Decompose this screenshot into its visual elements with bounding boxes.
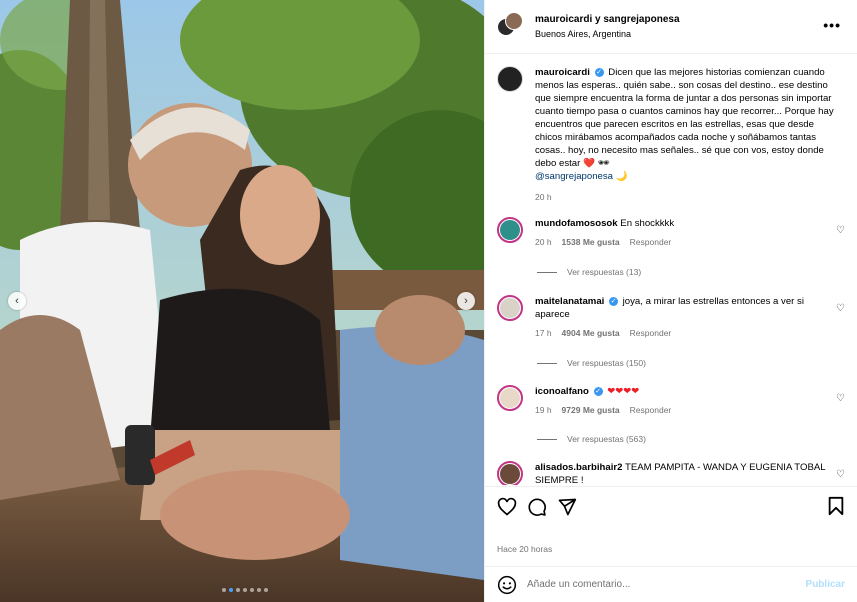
comment-text: En shockkkk — [620, 218, 675, 229]
carousel-dot — [222, 588, 226, 592]
verified-badge-icon: ✓ — [594, 67, 604, 77]
avatar[interactable] — [497, 66, 523, 92]
like-comment-icon[interactable]: ♡ — [836, 469, 845, 480]
replies-line — [537, 438, 557, 440]
post-dialog: ‹ › mauroicardi y sangrejaponesa Buenos … — [0, 0, 857, 602]
verified-badge-icon: ✓ — [593, 386, 603, 396]
comment-likes[interactable]: 1538 Me gusta — [562, 236, 620, 249]
replies-line — [537, 271, 557, 273]
verified-badge-icon: ✓ — [609, 296, 618, 306]
comment-username[interactable]: alisados.barbihair2 — [535, 462, 622, 473]
post-actions — [485, 486, 857, 526]
next-slide-button[interactable]: › — [457, 292, 475, 310]
comment-item: iconoalfano ✓ ❤❤❤❤ 19 h 9729 Me gusta Re… — [497, 385, 845, 417]
view-replies-button[interactable]: Ver respuestas (150) — [537, 358, 646, 368]
avatar[interactable] — [497, 295, 523, 321]
collab-avatars[interactable] — [497, 11, 523, 40]
comments-list[interactable]: mauroicardi ✓ Dicen que las mejores hist… — [485, 55, 857, 485]
like-heart-icon[interactable] — [497, 497, 517, 517]
post-comment-button[interactable]: Publicar — [806, 579, 845, 590]
previous-slide-button[interactable]: ‹ — [8, 292, 26, 310]
comment-likes[interactable]: 9729 Me gusta — [562, 404, 620, 417]
comment-item: mundofamososok En shockkkk 20 h 1538 Me … — [497, 217, 845, 249]
reply-button[interactable]: Responder — [630, 236, 672, 249]
photo-couple-image — [0, 0, 484, 602]
comment-time[interactable]: 17 h — [535, 327, 552, 340]
carousel-dots — [222, 588, 268, 592]
comment-likes[interactable]: 4904 Me gusta — [562, 327, 620, 340]
view-replies-label: Ver respuestas (563) — [567, 434, 646, 444]
like-comment-icon[interactable]: ♡ — [836, 303, 845, 314]
carousel-dot — [236, 588, 240, 592]
post-timestamp[interactable]: Hace 20 horas — [497, 544, 552, 554]
caption-trail: 🌙 — [615, 171, 628, 182]
emoji-icon[interactable] — [497, 575, 517, 595]
avatar[interactable] — [497, 461, 523, 485]
post-authors[interactable]: mauroicardi y sangrejaponesa — [535, 14, 680, 25]
comment-username[interactable]: iconoalfano — [535, 386, 589, 397]
comment-username[interactable]: maitelanatamai — [535, 296, 604, 307]
post-caption: mauroicardi ✓ Dicen que las mejores hist… — [485, 55, 857, 204]
view-replies-label: Ver respuestas (150) — [567, 358, 646, 368]
avatar[interactable] — [497, 217, 523, 243]
post-photo[interactable]: ‹ › — [0, 0, 484, 602]
post-location[interactable]: Buenos Aires, Argentina — [535, 29, 680, 39]
caption-time[interactable]: 20 h — [535, 191, 835, 204]
caption-mention[interactable]: @sangrejaponesa — [535, 171, 613, 182]
reply-button[interactable]: Responder — [630, 404, 672, 417]
post-header: mauroicardi y sangrejaponesa Buenos Aire… — [485, 0, 857, 54]
view-replies-button[interactable]: Ver respuestas (563) — [537, 434, 646, 444]
reply-button[interactable]: Responder — [630, 327, 672, 340]
replies-line — [537, 362, 557, 364]
comment-time[interactable]: 20 h — [535, 236, 552, 249]
bookmark-icon[interactable] — [827, 496, 845, 516]
avatar[interactable] — [497, 385, 523, 411]
caption-text: Dicen que las mejores historias comienza… — [535, 67, 834, 169]
comment-username[interactable]: mundofamososok — [535, 218, 618, 229]
carousel-dot — [264, 588, 268, 592]
comment-time[interactable]: 19 h — [535, 404, 552, 417]
like-comment-icon[interactable]: ♡ — [836, 225, 845, 236]
view-replies-label: Ver respuestas (13) — [567, 267, 642, 277]
view-replies-button[interactable]: Ver respuestas (13) — [537, 267, 641, 277]
comment-text: ❤❤❤❤ — [607, 386, 640, 397]
comment-item: alisados.barbihair2 TEAM PAMPITA - WANDA… — [497, 461, 845, 485]
carousel-dot — [257, 588, 261, 592]
carousel-dot-active — [229, 588, 233, 592]
post-side-panel: mauroicardi y sangrejaponesa Buenos Aire… — [484, 0, 857, 602]
carousel-dot — [243, 588, 247, 592]
comment-item: maitelanatamai ✓ joya, a mirar las estre… — [497, 295, 845, 340]
avatar — [505, 11, 523, 30]
add-comment-bar: Publicar — [485, 566, 857, 602]
caption-username[interactable]: mauroicardi — [535, 67, 590, 78]
share-icon[interactable] — [557, 497, 577, 517]
comment-icon[interactable] — [527, 497, 547, 517]
more-horizontal-icon[interactable]: ••• — [823, 17, 841, 33]
carousel-dot — [250, 588, 254, 592]
comment-input[interactable] — [527, 579, 797, 590]
like-comment-icon[interactable]: ♡ — [836, 393, 845, 404]
